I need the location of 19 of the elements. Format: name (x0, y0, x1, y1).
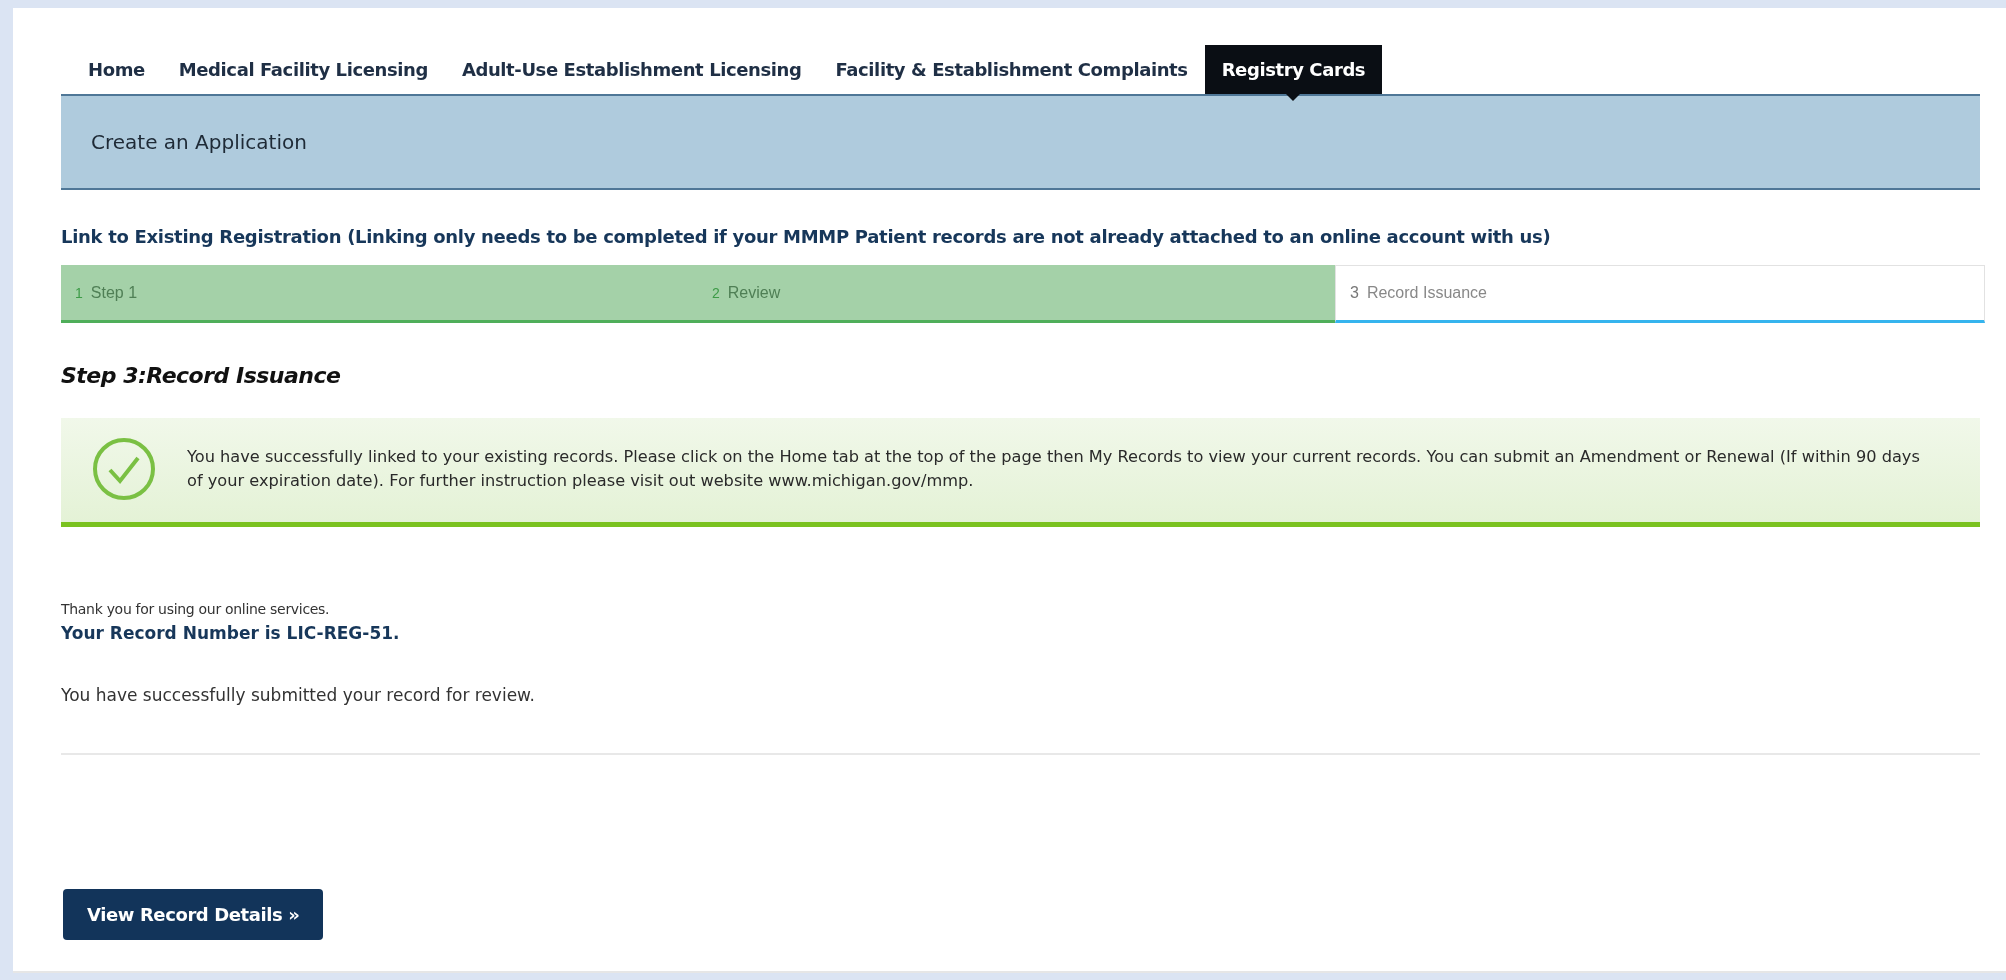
header-title: Create an Application (91, 130, 307, 154)
step-number: 1 (75, 284, 83, 301)
nav-tab[interactable]: Facility & Establishment Complaints (818, 45, 1205, 94)
message-text: You have successfully linked to your existing records. Please click on the Home tab at the top of the page then My Records to view your current records. You can submit an Amendment or Renewal (If within 90 days of your expiration date). For further instruction please visit out website www.michigan.gov/mmp. (187, 446, 1921, 492)
section-title: Link to Existing Registration (Linking only needs to be completed if your MMMP Patient records are not already attached to an online account with us) (61, 226, 1552, 247)
step-number: 2 (712, 284, 720, 301)
step-number: 3 (1350, 284, 1359, 302)
step-label: Review (727, 283, 781, 302)
nav-tab[interactable]: Medical Facility Licensing (161, 45, 445, 94)
step-label: Step 1 (90, 283, 138, 302)
step-heading: Step 3:Record Issuance (61, 363, 342, 388)
nav-tab[interactable]: Home (71, 45, 162, 94)
record-number: Your Record Number is LIC-REG-51. (61, 623, 401, 643)
nav-tab[interactable]: Adult-Use Establishment Licensing (444, 45, 819, 94)
step-label: Record Issuance (1366, 284, 1487, 302)
thanks-text: Thank you for using our online services. (61, 601, 331, 617)
view-details-button[interactable]: View Record Details » (63, 889, 324, 940)
submitted-text: You have successfully submitted your record for review. (61, 685, 536, 705)
check-circle-icon (91, 436, 157, 502)
